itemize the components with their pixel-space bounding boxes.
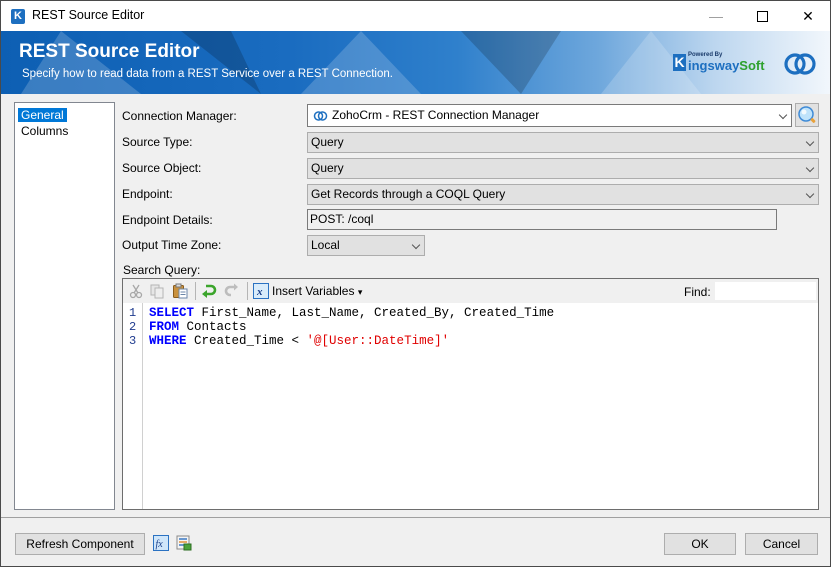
page-nav-list: General Columns (14, 102, 115, 510)
search-query-label: Search Query: (123, 263, 201, 277)
output-time-zone-select[interactable]: Local (307, 235, 425, 256)
svg-text:fx: fx (156, 539, 164, 550)
search-query-editor[interactable]: x Insert Variables ▾ Find: 1 2 3 SELECT … (122, 278, 819, 510)
connection-manager-label: Connection Manager: (122, 109, 237, 123)
code-line: WHERE Created_Time < '@[User::DateTime]' (149, 334, 450, 348)
browse-connection-button[interactable] (795, 103, 819, 127)
line-number: 2 (129, 320, 137, 334)
zoho-link-icon (313, 111, 328, 121)
redo-icon[interactable] (224, 283, 240, 299)
editor-toolbar: x Insert Variables ▾ Find: (123, 279, 818, 303)
insert-variable-icon[interactable]: x (253, 283, 269, 299)
endpoint-details-field[interactable]: POST: /coql (307, 209, 777, 230)
title-bar: K REST Source Editor — ✕ (1, 1, 830, 31)
refresh-component-button[interactable]: Refresh Component (15, 533, 145, 555)
kingswaysoft-k-icon: K (673, 54, 686, 71)
kingswaysoft-name: ingswaySoft (688, 58, 765, 73)
banner-title: REST Source Editor (19, 41, 200, 62)
kingswaysoft-app-icon: K (11, 9, 25, 24)
banner-subtitle: Specify how to read data from a REST Ser… (22, 68, 393, 80)
maximize-icon (756, 10, 768, 22)
endpoint-select[interactable]: Get Records through a COQL Query (307, 184, 819, 205)
connection-manager-select[interactable]: ZohoCrm - REST Connection Manager (307, 104, 792, 127)
ok-button[interactable]: OK (664, 533, 736, 555)
expression-fx-icon[interactable]: fx (153, 535, 169, 551)
caret-down-icon: ▾ (357, 287, 363, 297)
output-time-zone-value: Local (311, 238, 340, 252)
copy-icon[interactable] (149, 283, 165, 299)
code-line: FROM Contacts (149, 320, 247, 334)
close-button[interactable]: ✕ (785, 1, 831, 31)
paste-icon[interactable] (172, 283, 188, 299)
connection-manager-value: ZohoCrm - REST Connection Manager (332, 108, 540, 122)
magnifier-icon (798, 106, 816, 123)
insert-variables-menu[interactable]: Insert Variables ▾ (272, 284, 362, 298)
nav-item-general[interactable]: General (18, 108, 67, 122)
source-type-value: Query (311, 135, 344, 149)
source-type-select[interactable]: Query (307, 132, 819, 153)
undo-icon[interactable] (201, 283, 217, 299)
line-number-gutter: 1 2 3 (123, 303, 143, 509)
find-input[interactable] (715, 282, 816, 300)
footer-divider (1, 517, 830, 518)
header-banner: REST Source Editor Specify how to read d… (1, 31, 830, 94)
nav-item-columns[interactable]: Columns (18, 124, 71, 138)
minimize-button[interactable]: — (693, 1, 739, 31)
chevron-down-icon (805, 163, 815, 173)
chevron-down-icon (805, 189, 815, 199)
cut-icon[interactable] (128, 283, 144, 299)
cancel-button[interactable]: Cancel (745, 533, 818, 555)
endpoint-value: Get Records through a COQL Query (311, 187, 506, 201)
chevron-down-icon (805, 137, 815, 147)
data-viewer-icon[interactable] (176, 535, 192, 551)
find-label: Find: (684, 285, 711, 299)
endpoint-label: Endpoint: (122, 187, 173, 201)
toolbar-separator (247, 282, 248, 300)
chevron-down-icon (778, 110, 788, 120)
window-title: REST Source Editor (32, 8, 145, 22)
toolbar-separator (195, 282, 196, 300)
zoho-logo-icon (784, 53, 816, 75)
line-number: 1 (129, 306, 137, 320)
line-number: 3 (129, 334, 137, 348)
source-object-value: Query (311, 161, 344, 175)
svg-text:x: x (256, 286, 263, 298)
chevron-down-icon (411, 240, 421, 250)
maximize-button[interactable] (739, 1, 785, 31)
endpoint-details-label: Endpoint Details: (122, 213, 213, 227)
code-line: SELECT First_Name, Last_Name, Created_By… (149, 306, 555, 320)
source-type-label: Source Type: (122, 135, 193, 149)
source-object-label: Source Object: (122, 161, 202, 175)
source-object-select[interactable]: Query (307, 158, 819, 179)
output-time-zone-label: Output Time Zone: (122, 238, 222, 252)
rest-source-editor-window: K REST Source Editor — ✕ REST Source Edi… (0, 0, 831, 567)
